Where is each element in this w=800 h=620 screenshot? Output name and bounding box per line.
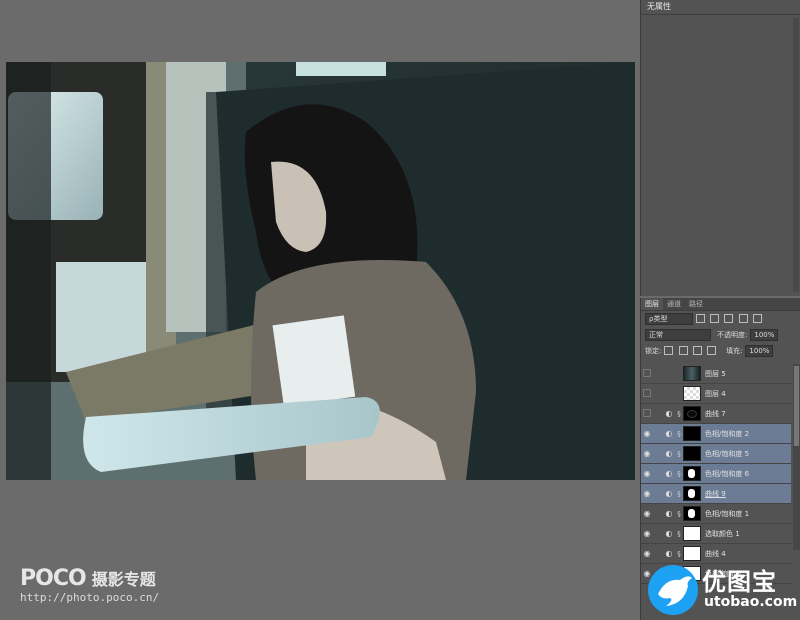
- opacity-input[interactable]: 100%: [750, 329, 779, 341]
- pixel-filter-icon[interactable]: [696, 313, 705, 323]
- mask-link-icon[interactable]: §: [675, 490, 683, 498]
- layer-thumbnail[interactable]: [683, 506, 701, 521]
- layer-name: 选取颜色 1: [705, 529, 740, 538]
- filter-row: ρ类型: [641, 311, 800, 327]
- poco-brand: POCO: [20, 566, 87, 591]
- lock-all-icon[interactable]: [707, 345, 717, 355]
- adjustment-layer-icon: ◐: [665, 429, 673, 438]
- photo-illustration: [6, 62, 635, 480]
- fill-input[interactable]: 100%: [745, 345, 774, 357]
- adjustment-filter-icon[interactable]: [710, 313, 720, 323]
- layer-thumbnail[interactable]: [683, 466, 701, 481]
- layers-tabs: 图层 通道 路径: [641, 298, 800, 311]
- layer-thumbnail[interactable]: [683, 386, 701, 401]
- layer-row[interactable]: ◉ ◐ § 色相/饱和度 6: [641, 464, 791, 484]
- properties-panel: 无属性: [640, 0, 800, 296]
- utobao-watermark: 优图宝 utobao.com: [646, 558, 800, 620]
- layer-name: 图层 4: [705, 389, 726, 398]
- visibility-eye-icon[interactable]: ◉: [641, 449, 653, 458]
- shape-filter-icon[interactable]: [738, 313, 748, 323]
- layer-row[interactable]: ◉ ◐ § 色相/饱和度 5: [641, 444, 791, 464]
- layer-name: 色相/饱和度 6: [705, 469, 750, 478]
- layer-row[interactable]: ◉ ◐ § 选取颜色 1: [641, 524, 791, 544]
- visibility-eye-icon[interactable]: ◉: [641, 489, 653, 498]
- layer-name: 色相/饱和度 2: [705, 429, 750, 438]
- properties-scrollbar[interactable]: [793, 18, 799, 292]
- layer-row[interactable]: 图层 5: [641, 364, 791, 384]
- layer-row[interactable]: ◐ § 曲线 7: [641, 404, 791, 424]
- layer-thumbnail[interactable]: [683, 486, 701, 501]
- fill-label: 填充:: [726, 347, 743, 355]
- visibility-eye-icon[interactable]: ◉: [641, 549, 653, 558]
- lock-brush-icon[interactable]: [678, 345, 688, 355]
- utobao-url: utobao.com: [704, 594, 798, 610]
- mask-link-icon[interactable]: §: [675, 430, 683, 438]
- adjustment-layer-icon: ◐: [665, 549, 673, 558]
- layer-name: 色相/饱和度 5: [705, 449, 750, 458]
- visibility-eye-icon[interactable]: [641, 369, 653, 379]
- layer-row[interactable]: 图层 4: [641, 384, 791, 404]
- layer-row[interactable]: ◉ ◐ § 曲线 9: [641, 484, 791, 504]
- visibility-eye-icon[interactable]: ◉: [641, 469, 653, 478]
- mask-link-icon[interactable]: §: [675, 450, 683, 458]
- tab-paths[interactable]: 路径: [685, 298, 707, 310]
- layer-name: 曲线 4: [705, 549, 726, 558]
- layer-name: 曲线 7: [705, 409, 726, 418]
- visibility-eye-icon[interactable]: [641, 409, 653, 419]
- bird-logo-icon: [648, 565, 698, 615]
- layers-scrollbar[interactable]: [793, 364, 800, 550]
- mask-link-icon[interactable]: §: [675, 510, 683, 518]
- layer-row[interactable]: ◉ ◐ § 色相/饱和度 1: [641, 504, 791, 524]
- adjustment-layer-icon: ◐: [665, 409, 673, 418]
- filter-icons: [693, 313, 762, 325]
- properties-title: 无属性: [641, 0, 800, 15]
- poco-watermark: POCO 摄影专题 http://photo.poco.cn/: [20, 566, 159, 604]
- mask-link-icon[interactable]: §: [675, 530, 683, 538]
- mask-link-icon[interactable]: §: [675, 550, 683, 558]
- layer-name: 曲线 9: [705, 489, 726, 498]
- adjustment-layer-icon: ◐: [665, 509, 673, 518]
- visibility-eye-icon[interactable]: ◉: [641, 529, 653, 538]
- lock-label: 锁定:: [645, 347, 662, 355]
- document-image[interactable]: [6, 62, 635, 480]
- mask-link-icon[interactable]: §: [675, 410, 683, 418]
- lock-move-icon[interactable]: [692, 345, 702, 355]
- smart-object-filter-icon[interactable]: [752, 313, 762, 323]
- visibility-eye-icon[interactable]: ◉: [641, 429, 653, 438]
- canvas-workspace[interactable]: POCO 摄影专题 http://photo.poco.cn/: [0, 0, 640, 620]
- layers-scroll-thumb[interactable]: [794, 366, 799, 446]
- layer-row[interactable]: ◉ ◐ § 色相/饱和度 2: [641, 424, 791, 444]
- mask-link-icon[interactable]: §: [675, 470, 683, 478]
- filter-kind-select[interactable]: ρ类型: [645, 313, 693, 325]
- lock-transparent-icon[interactable]: [664, 345, 674, 355]
- poco-url: http://photo.poco.cn/: [20, 591, 160, 604]
- blend-row: 正常 不透明度: 100%: [641, 327, 800, 343]
- visibility-eye-icon[interactable]: ◉: [641, 509, 653, 518]
- utobao-text: 优图宝: [702, 568, 777, 596]
- adjustment-layer-icon: ◐: [665, 489, 673, 498]
- lock-icons: [661, 345, 717, 357]
- adjustment-layer-icon: ◐: [665, 469, 673, 478]
- visibility-eye-icon[interactable]: [641, 389, 653, 399]
- adjustment-layer-icon: ◐: [665, 449, 673, 458]
- tab-channels[interactable]: 通道: [663, 298, 685, 310]
- layer-thumbnail[interactable]: [683, 406, 701, 421]
- opacity-label: 不透明度:: [717, 331, 748, 339]
- adjustment-layer-icon: ◐: [665, 529, 673, 538]
- layer-name: 色相/饱和度 1: [705, 509, 750, 518]
- blend-mode-select[interactable]: 正常: [645, 329, 711, 341]
- tab-layers[interactable]: 图层: [641, 298, 663, 310]
- layer-thumbnail[interactable]: [683, 446, 701, 461]
- layer-thumbnail[interactable]: [683, 366, 701, 381]
- layer-thumbnail[interactable]: [683, 426, 701, 441]
- poco-subtitle: 摄影专题: [91, 570, 156, 589]
- layer-thumbnail[interactable]: [683, 526, 701, 541]
- lock-row: 锁定: 填充: 100%: [641, 343, 800, 359]
- layer-name: 图层 5: [705, 369, 726, 378]
- layer-list: 图层 5 图层 4 ◐ § 曲线 7 ◉ ◐ § 色相/饱和度 2 ◉ ◐ § 色相/饱和度 5 ◉ ◐ § 色…: [641, 364, 791, 584]
- type-filter-icon[interactable]: [724, 313, 734, 323]
